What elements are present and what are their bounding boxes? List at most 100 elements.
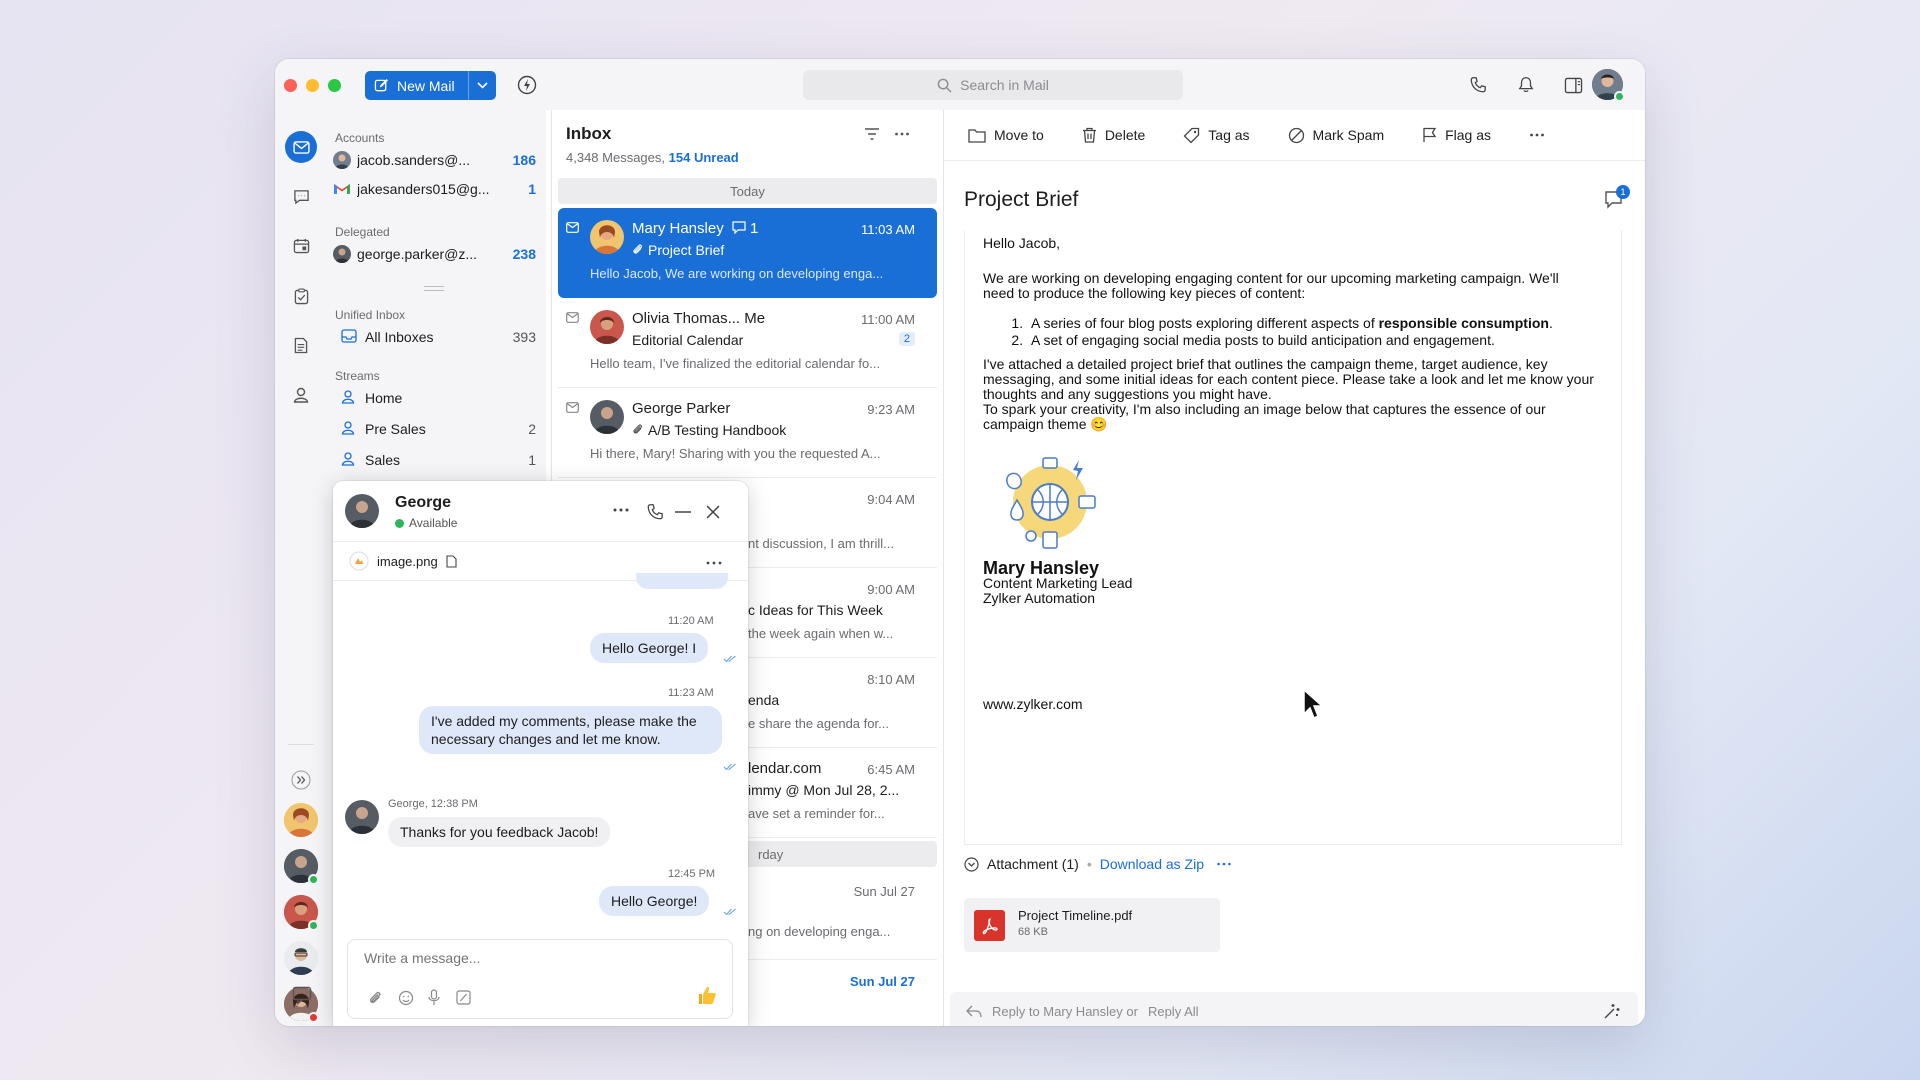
chat-app-button[interactable] (285, 181, 317, 213)
inbox-header: Inbox 4,348 Messages, 154 Unread (566, 124, 739, 165)
quick-reply-bar[interactable]: Reply to Mary Hansley or Reply All (950, 992, 1638, 1026)
mouse-cursor-icon (1303, 688, 1324, 720)
new-mail-button[interactable]: New Mail (365, 71, 496, 100)
move-to-button[interactable]: Move to (968, 127, 1044, 143)
account-unread-count: 1 (528, 181, 536, 197)
separator-dot: • (1086, 856, 1092, 872)
chat-launcher-button[interactable] (287, 980, 317, 1010)
chat-message-outgoing: I've added my comments, please make the … (419, 706, 722, 754)
message-subject: c Ideas for This Week (748, 602, 883, 618)
message-time: 8:10 AM (867, 672, 915, 687)
maximize-window-button[interactable] (328, 79, 341, 92)
more-horizontal-icon[interactable] (706, 561, 722, 565)
flag-icon (1423, 127, 1437, 142)
microphone-icon[interactable] (428, 989, 440, 1006)
website-link[interactable]: www.zylker.com (983, 697, 1603, 712)
read-receipt-icon (723, 763, 736, 771)
double-chevron-right-icon (291, 770, 311, 790)
new-mail-dropdown[interactable] (468, 71, 496, 100)
gmail-icon (333, 180, 351, 198)
all-inboxes-item[interactable]: All Inboxes 393 (333, 324, 536, 350)
chat-icon (293, 190, 309, 205)
bell-icon (1518, 77, 1534, 93)
call-button[interactable] (1466, 73, 1490, 97)
reader-more-button[interactable] (1529, 127, 1545, 143)
chat-message-input[interactable] (364, 950, 704, 966)
message-item-editorial-calendar[interactable]: Olivia Thomas... Me 11:00 AM Editorial C… (558, 298, 937, 388)
tag-as-button[interactable]: Tag as (1183, 127, 1250, 144)
stream-count: 1 (528, 452, 536, 468)
calendar-icon (293, 238, 309, 254)
delete-button[interactable]: Delete (1082, 127, 1145, 143)
more-horizontal-icon[interactable] (1216, 856, 1232, 872)
account-item-jacob[interactable]: jacob.sanders@... 186 (333, 147, 536, 173)
sender-avatar (590, 220, 624, 254)
file-name: Project Timeline.pdf (1018, 908, 1133, 923)
mail-app-button[interactable] (285, 131, 317, 163)
magic-sparkle-icon[interactable] (1602, 1001, 1622, 1021)
mark-spam-button[interactable]: Mark Spam (1288, 127, 1384, 144)
chat-status: Available (409, 516, 458, 530)
contact-avatar-1[interactable] (284, 803, 318, 837)
contact-avatar-4[interactable] (284, 941, 318, 975)
filter-button[interactable] (864, 127, 880, 146)
unread-count[interactable]: 154 Unread (669, 150, 739, 165)
thumbs-up-icon[interactable] (696, 984, 718, 1006)
stream-item-home[interactable]: Home (333, 385, 536, 411)
mail-icon (292, 140, 310, 154)
more-horizontal-icon (1530, 133, 1544, 137)
reply-to-text[interactable]: Reply to Mary Hansley or (992, 1004, 1138, 1019)
comment-count: 1 (750, 220, 759, 237)
paperclip-icon[interactable] (368, 990, 382, 1006)
search-bar[interactable]: Search in Mail (803, 70, 1183, 100)
notes-app-button[interactable] (285, 329, 317, 361)
stream-item-pre-sales[interactable]: Pre Sales 2 (333, 416, 536, 442)
list-item-text: . (1548, 315, 1553, 331)
tag-icon (1183, 127, 1200, 143)
account-unread-count: 186 (512, 152, 536, 168)
sustainability-illustration-icon (1006, 457, 1096, 549)
chevron-down-circle-icon[interactable] (964, 856, 979, 872)
shared-file-bar[interactable]: image.png (349, 551, 457, 571)
attachment-file-card[interactable]: Project Timeline.pdf 68 KB (964, 898, 1220, 952)
expand-rail-button[interactable] (285, 764, 317, 796)
list-more-button[interactable] (894, 126, 910, 147)
email-paragraph-3: To spark your creativity, I'm also inclu… (983, 401, 1546, 432)
chat-composer[interactable] (347, 939, 733, 1019)
account-name: jakesanders015@g... (357, 181, 490, 197)
minimize-icon[interactable] (675, 511, 691, 513)
sender-avatar (590, 400, 624, 434)
read-receipt-icon (723, 655, 736, 663)
toggle-reading-pane-button[interactable] (1561, 73, 1585, 97)
close-icon[interactable] (706, 505, 720, 519)
chat-timestamp: 11:23 AM (668, 687, 714, 699)
quick-actions-button[interactable] (515, 73, 539, 97)
message-subject: Project Brief (648, 242, 725, 258)
delegated-account-george[interactable]: george.parker@z... 238 (333, 241, 536, 267)
phone-icon[interactable] (646, 503, 664, 521)
format-icon[interactable] (456, 990, 471, 1005)
contacts-app-button[interactable] (285, 379, 317, 411)
message-time: 9:23 AM (867, 402, 915, 417)
resize-handle[interactable] (424, 286, 444, 291)
chat-header-divider (333, 541, 748, 542)
message-item-project-brief[interactable]: Mary Hansley 1 11:03 AM Project Brief He… (558, 208, 937, 298)
message-item-ab-testing[interactable]: George Parker 9:23 AM A/B Testing Handbo… (558, 388, 937, 478)
calendar-app-button[interactable] (285, 230, 317, 262)
file-size: 68 KB (1018, 926, 1048, 938)
chat-message-outgoing: Hello George! (599, 886, 710, 916)
account-item-jakesanders[interactable]: jakesanders015@g... 1 (333, 176, 536, 202)
reply-all-link[interactable]: Reply All (1148, 1004, 1199, 1019)
emoji-icon[interactable] (398, 990, 414, 1006)
message-subject: immy @ Mon Jul 28, 2... (748, 782, 900, 798)
download-zip-link[interactable]: Download as Zip (1100, 856, 1204, 872)
tag-as-label: Tag as (1208, 127, 1250, 143)
flag-as-button[interactable]: Flag as (1422, 127, 1491, 143)
minimize-window-button[interactable] (306, 79, 319, 92)
notifications-button[interactable] (1514, 73, 1538, 97)
more-horizontal-icon[interactable] (612, 507, 630, 513)
stream-item-sales[interactable]: Sales 1 (333, 447, 536, 473)
inbox-title: Inbox (566, 124, 612, 143)
close-window-button[interactable] (284, 79, 297, 92)
tasks-app-button[interactable] (285, 280, 317, 312)
